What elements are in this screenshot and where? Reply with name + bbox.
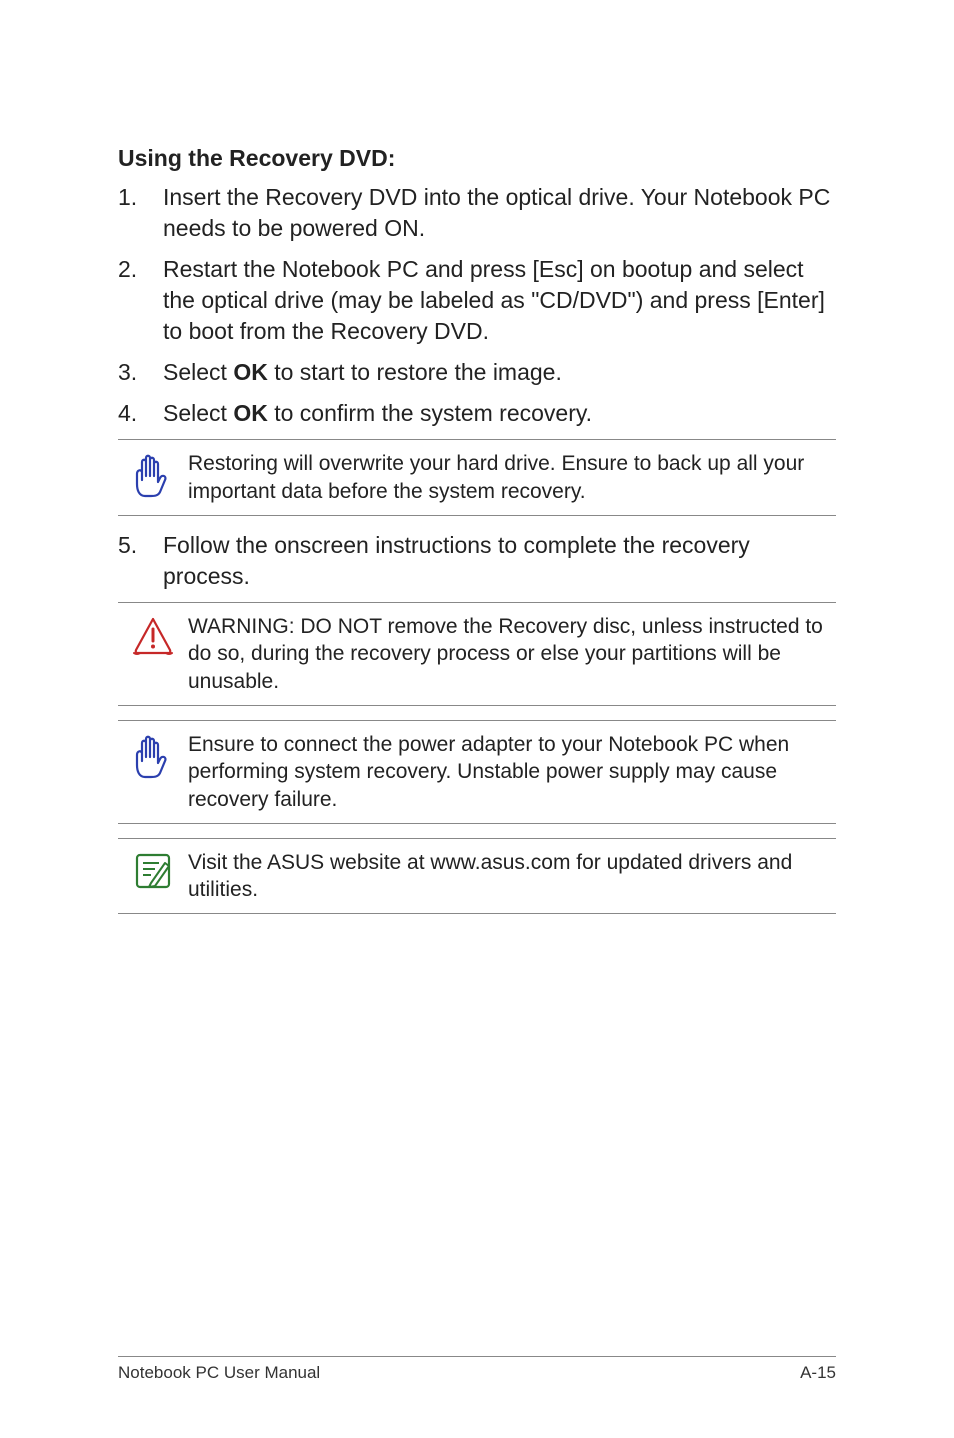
step-bold: OK	[233, 400, 268, 426]
hand-stop-icon	[118, 731, 188, 779]
step-number: 4.	[118, 398, 163, 429]
page-footer: Notebook PC User Manual A-15	[118, 1356, 836, 1383]
step-text: Select OK to start to restore the image.	[163, 357, 836, 388]
step-text-part: to start to restore the image.	[268, 359, 562, 385]
step-bold: OK	[233, 359, 268, 385]
footer-title: Notebook PC User Manual	[118, 1363, 320, 1383]
step-text-part: Select	[163, 359, 233, 385]
step-text: Restart the Notebook PC and press [Esc] …	[163, 254, 836, 347]
callout-important-1: Restoring will overwrite your hard drive…	[118, 439, 836, 516]
step-number: 1.	[118, 182, 163, 244]
step-text: Insert the Recovery DVD into the optical…	[163, 182, 836, 244]
step-1: 1. Insert the Recovery DVD into the opti…	[118, 182, 836, 244]
step-2: 2. Restart the Notebook PC and press [Es…	[118, 254, 836, 347]
step-text-part: Select	[163, 400, 233, 426]
callout-text: Visit the ASUS website at www.asus.com f…	[188, 849, 836, 904]
step-3: 3. Select OK to start to restore the ima…	[118, 357, 836, 388]
step-4: 4. Select OK to confirm the system recov…	[118, 398, 836, 429]
callout-note: Visit the ASUS website at www.asus.com f…	[118, 838, 836, 915]
step-text-part: to confirm the system recovery.	[268, 400, 592, 426]
footer-page-number: A-15	[800, 1363, 836, 1383]
warning-icon	[118, 613, 188, 657]
callout-text: Ensure to connect the power adapter to y…	[188, 731, 836, 813]
note-icon	[118, 849, 188, 891]
callout-text: WARNING: DO NOT remove the Recovery disc…	[188, 613, 836, 695]
step-text: Select OK to confirm the system recovery…	[163, 398, 836, 429]
step-number: 5.	[118, 530, 163, 592]
step-number: 3.	[118, 357, 163, 388]
step-text: Follow the onscreen instructions to comp…	[163, 530, 836, 592]
step-5: 5. Follow the onscreen instructions to c…	[118, 530, 836, 592]
callout-text: Restoring will overwrite your hard drive…	[188, 450, 836, 505]
hand-stop-icon	[118, 450, 188, 498]
step-number: 2.	[118, 254, 163, 347]
callout-warning: WARNING: DO NOT remove the Recovery disc…	[118, 602, 836, 706]
callout-important-2: Ensure to connect the power adapter to y…	[118, 720, 836, 824]
section-heading: Using the Recovery DVD:	[118, 145, 836, 172]
